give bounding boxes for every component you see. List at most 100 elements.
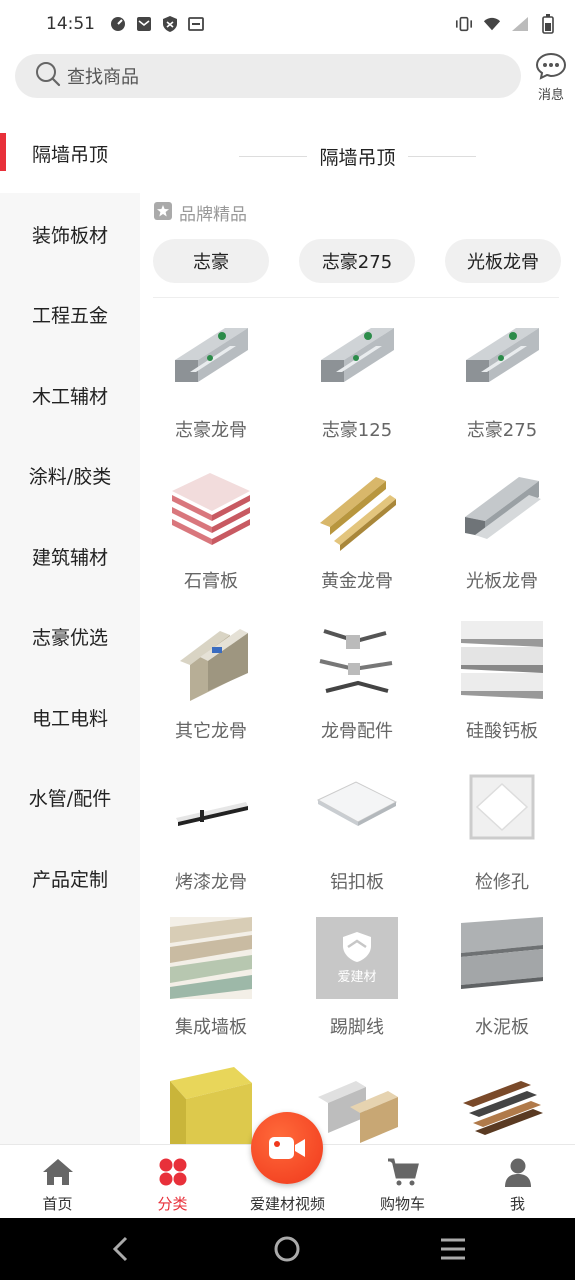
shield-icon [161, 15, 179, 33]
product-item[interactable]: 石膏板 [140, 471, 280, 621]
brand-chips: 志豪 志豪275 光板龙骨 [153, 239, 563, 283]
category-content: 隔墙吊顶 品牌精品 志豪 志豪275 光板龙骨 志豪龙骨 志豪125 志豪275… [140, 113, 575, 1144]
product-name: 其它龙骨 [175, 721, 247, 742]
product-name: 龙骨配件 [321, 721, 393, 742]
product-item[interactable]: 志豪275 [431, 320, 571, 470]
product-item[interactable]: 硅酸钙板 [431, 621, 571, 771]
product-name: 水泥板 [475, 1017, 529, 1038]
search-input[interactable]: 查找商品 [15, 54, 521, 98]
mail-icon [135, 15, 153, 33]
access-hatch-image [469, 774, 535, 840]
product-name: 志豪125 [321, 420, 393, 441]
product-item[interactable]: 志豪龙骨 [140, 320, 280, 470]
brand-chip[interactable]: 光板龙骨 [445, 239, 561, 283]
steel-keel-image [175, 328, 248, 382]
calcium-silicate-board-image [461, 621, 543, 699]
sidebar-item-custom[interactable]: 产品定制 [0, 838, 140, 918]
sidebar-item-label: 志豪优选 [31, 626, 108, 649]
brand-section-header: 品牌精品 [153, 200, 247, 225]
recents-icon[interactable] [438, 1234, 468, 1264]
product-item[interactable]: 光板龙骨 [431, 471, 571, 621]
sidebar-item-building-aux[interactable]: 建筑辅材 [0, 516, 140, 596]
chat-bubble-icon [535, 52, 567, 84]
sidebar-item-label: 涂料/胶类 [28, 465, 112, 488]
search-placeholder: 查找商品 [67, 67, 139, 88]
product-item[interactable]: 检修孔 [431, 772, 571, 922]
video-fab-button[interactable] [251, 1112, 323, 1184]
product-item[interactable]: 铝扣板 [286, 772, 426, 922]
product-item[interactable] [431, 1067, 571, 1144]
nav-profile[interactable]: 我 [460, 1145, 575, 1219]
sidebar-item-decorative-board[interactable]: 装饰板材 [0, 194, 140, 274]
status-system-icons [455, 14, 557, 34]
product-item[interactable]: 烤漆龙骨 [140, 772, 280, 922]
sidebar-item-label: 产品定制 [31, 868, 108, 891]
keel-accessory-image [319, 629, 393, 693]
sidebar-item-paint-glue[interactable]: 涂料/胶类 [0, 435, 140, 515]
wall-panel-image [170, 917, 252, 999]
sidebar-item-label: 隔墙吊顶 [31, 143, 108, 166]
product-name: 志豪275 [466, 420, 538, 441]
product-item[interactable]: 龙骨配件 [286, 621, 426, 771]
search-header: 查找商品 消息 [0, 48, 575, 110]
back-icon[interactable] [106, 1234, 136, 1264]
other-keel-image [180, 629, 248, 701]
nav-home[interactable]: 首页 [0, 1145, 115, 1219]
sidebar-item-label: 工程五金 [31, 304, 108, 327]
product-name: 志豪龙骨 [175, 420, 247, 441]
message-button[interactable]: 消息 [531, 52, 571, 103]
nav-label: 爱建材视频 [249, 1195, 325, 1213]
title-divider-left [239, 155, 308, 157]
steel-keel-image [466, 328, 539, 382]
steel-keel-image [321, 328, 394, 382]
search-icon [35, 61, 61, 91]
sidebar-item-zhihao-select[interactable]: 志豪优选 [0, 596, 140, 676]
product-item[interactable]: 集成墙板 [140, 917, 280, 1067]
product-name: 光板龙骨 [466, 571, 538, 592]
insulation-wool-image [170, 1067, 252, 1144]
sidebar-item-hardware[interactable]: 工程五金 [0, 274, 140, 354]
gypsum-board-image [172, 473, 250, 545]
product-name: 检修孔 [475, 872, 529, 893]
nav-label: 购物车 [379, 1195, 425, 1213]
brand-chip[interactable]: 志豪275 [299, 239, 415, 283]
product-item[interactable]: 志豪125 [286, 320, 426, 470]
nav-label: 首页 [42, 1195, 73, 1213]
sidebar-item-electrical[interactable]: 电工电料 [0, 677, 140, 757]
sidebar-item-pipes[interactable]: 水管/配件 [0, 757, 140, 837]
signal-icon [511, 15, 529, 33]
product-item[interactable]: 其它龙骨 [140, 621, 280, 771]
aluminum-panel-image [316, 781, 398, 826]
brand-chip[interactable]: 志豪 [153, 239, 269, 283]
wifi-icon [483, 15, 501, 33]
sidebar-item-label: 装饰板材 [31, 224, 108, 247]
category-sidebar: 隔墙吊顶 装饰板材 工程五金 木工辅材 涂料/胶类 建筑辅材 志豪优选 电工电料… [0, 113, 140, 1144]
sidebar-item-label: 建筑辅材 [31, 546, 108, 569]
placeholder-logo-image: 爱建材 [316, 917, 398, 999]
sidebar-item-partition-ceiling[interactable]: 隔墙吊顶 [0, 113, 140, 193]
product-name: 踢脚线 [330, 1017, 384, 1038]
product-name: 黄金龙骨 [321, 571, 393, 592]
painted-keel-image [176, 802, 248, 826]
product-item[interactable]: 黄金龙骨 [286, 471, 426, 621]
home-icon [43, 1159, 73, 1185]
nav-category[interactable]: 分类 [115, 1145, 230, 1219]
category-title-row: 隔墙吊顶 [140, 143, 575, 169]
status-time: 14:51 [46, 14, 95, 34]
aluminum-square-tube-image [318, 1081, 398, 1143]
product-item[interactable]: 爱建材 踢脚线 [286, 917, 426, 1067]
category-icon [159, 1158, 187, 1186]
nav-label: 我 [509, 1195, 525, 1213]
video-camera-icon [269, 1137, 305, 1159]
product-item[interactable]: 水泥板 [431, 917, 571, 1067]
home-circle-icon[interactable] [272, 1234, 302, 1264]
sidebar-item-woodwork[interactable]: 木工辅材 [0, 355, 140, 435]
cement-board-image [461, 917, 543, 989]
product-name: 集成墙板 [175, 1017, 247, 1038]
sidebar-item-label: 电工电料 [31, 707, 108, 730]
nav-cart[interactable]: 购物车 [345, 1145, 460, 1219]
profile-icon [505, 1158, 531, 1187]
product-name: 硅酸钙板 [466, 721, 538, 742]
star-badge-icon [153, 201, 173, 225]
battery-icon [539, 14, 557, 34]
